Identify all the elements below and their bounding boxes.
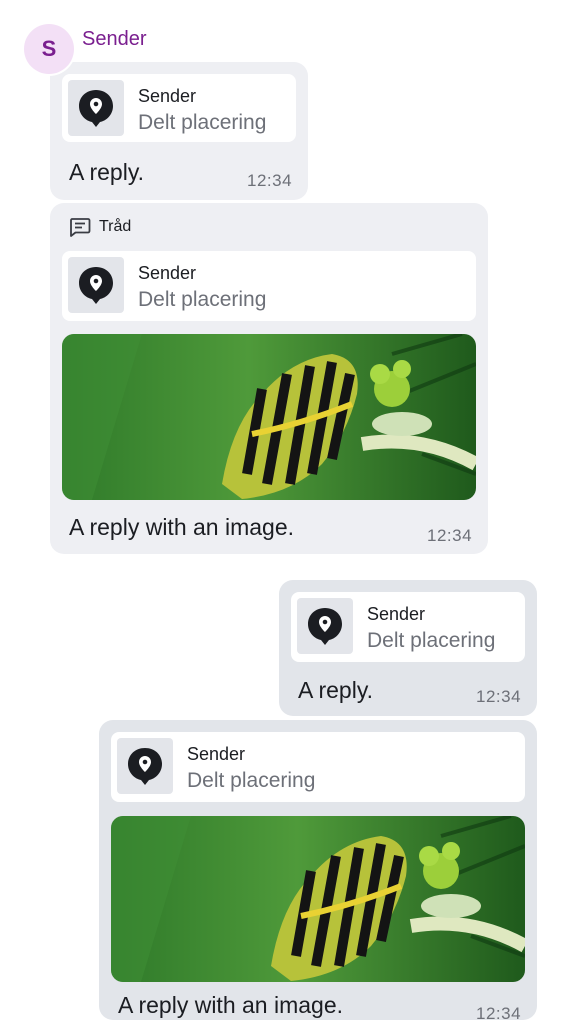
message-text: A reply. [69,159,144,185]
reply-subtitle: Delt placering [138,288,267,311]
avatar-initial: S [41,36,57,61]
message-timestamp: 12:34 [247,171,293,190]
message-bubble-4[interactable]: Sender Delt placering A reply with an im… [99,720,537,1023]
thread-indicator[interactable]: Tråd [69,217,131,237]
reply-preview-card[interactable]: Sender Delt placering [62,251,476,321]
location-pin-icon [308,608,342,645]
reply-title: Sender [138,86,197,106]
thread-label: Tråd [99,218,132,235]
message-timestamp: 12:34 [476,1004,522,1023]
reply-title: Sender [138,263,197,283]
location-pin-icon [79,90,113,127]
message-bubble-1[interactable]: Sender Delt placering A reply. 12:34 [50,62,308,200]
message-bubble-3[interactable]: Sender Delt placering A reply. 12:34 [279,580,537,716]
caterpillar-image[interactable] [62,334,476,500]
message-bubble-2[interactable]: Tråd Sender Delt placering A reply with … [50,203,488,554]
location-thumbnail [117,738,173,794]
location-pin-icon [128,748,162,785]
message-text: A reply. [298,677,373,703]
message-timestamp: 12:34 [427,526,473,545]
reply-title: Sender [187,744,246,764]
reply-preview-card[interactable]: Sender Delt placering [111,732,525,802]
caterpillar-image[interactable] [111,816,525,982]
reply-title: Sender [367,604,426,624]
message-text: A reply with an image. [118,992,344,1018]
reply-subtitle: Delt placering [187,769,316,792]
location-pin-icon [79,267,113,304]
location-thumbnail [68,80,124,136]
sender-name[interactable]: Sender [82,28,147,51]
location-thumbnail [297,598,353,654]
reply-preview-card[interactable]: Sender Delt placering [291,592,525,662]
reply-subtitle: Delt placering [138,111,267,134]
reply-subtitle: Delt placering [367,629,496,652]
message-text: A reply with an image. [69,514,295,540]
image-content [111,816,525,982]
location-thumbnail [68,257,124,313]
thread-icon [70,218,91,237]
image-content [62,334,476,500]
message-timestamp: 12:34 [476,687,522,706]
avatar[interactable]: S [24,24,74,74]
reply-preview-card[interactable]: Sender Delt placering [62,74,296,142]
